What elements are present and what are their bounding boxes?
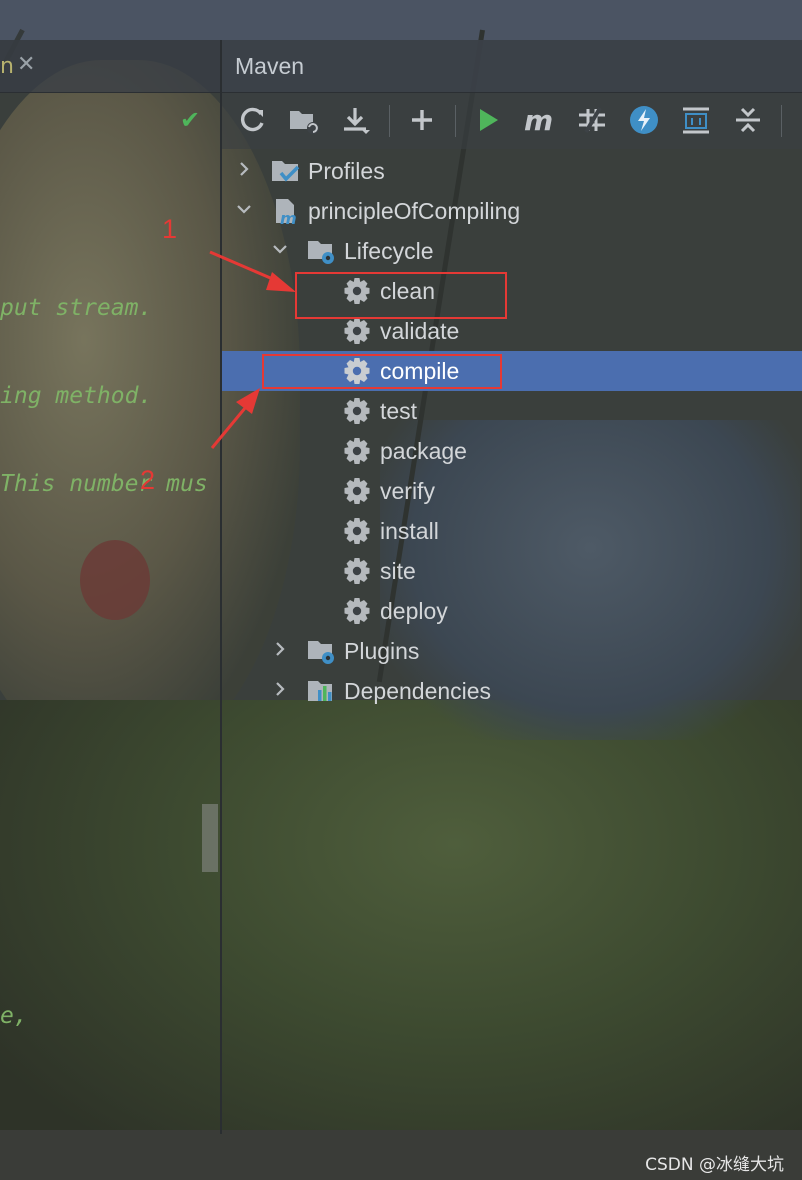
gear-icon [344,598,370,624]
highlight-box-clean [295,272,507,319]
tree-item-label: Lifecycle [344,238,434,264]
goal-verify[interactable]: verify [222,471,802,511]
dependencies-folder-icon [308,681,332,701]
goal-label: deploy [380,598,448,624]
tree-item-profiles[interactable]: Profiles [222,151,802,191]
tree-item-label: Profiles [308,158,385,184]
gear-icon [344,518,370,544]
gear-icon [344,398,370,424]
lifecycle-folder-icon [308,241,334,264]
check-icon: ✔ [180,106,201,134]
execute-goal-icon[interactable]: m [521,101,559,139]
chevron-right-icon[interactable] [270,639,290,659]
annotation-number-2: 2 [140,465,156,495]
close-icon[interactable]: ✕ [17,52,35,77]
maven-toolbar: m [222,93,802,149]
editor-area: n ✕ ✔ put stream. ing method. This numbe… [0,40,221,1134]
goal-test[interactable]: test [222,391,802,431]
annotation-number-1: 1 [162,214,178,244]
code-line: put stream. [0,295,153,321]
code-line: ing method. [0,383,153,409]
highlight-box-compile [262,354,502,389]
generate-sources-icon[interactable] [285,101,323,139]
tree-item-lifecycle[interactable]: Lifecycle [222,231,802,271]
profiles-icon [272,161,300,182]
skip-tests-icon[interactable] [625,101,663,139]
goal-label: install [380,518,439,544]
tree-item-dependencies[interactable]: Dependencies [222,671,802,711]
tree-item-label: principleOfCompiling [308,198,521,224]
editor-tab[interactable]: n ✕ [0,40,221,93]
maven-title: Maven [235,53,305,79]
chevron-down-icon[interactable] [234,199,254,219]
toggle-offline-icon[interactable] [573,101,611,139]
editor-tab-label: n [0,54,14,79]
goal-package[interactable]: package [222,431,802,471]
watermark: CSDN @冰缝大坑 [645,1155,784,1175]
goal-label: verify [380,478,435,504]
goal-label: validate [380,318,460,344]
tree-item-project[interactable]: m principleOfCompiling [222,191,802,231]
download-icon[interactable] [337,101,375,139]
collapse-all-icon[interactable] [729,101,767,139]
code-line: This number mus [0,471,208,497]
reload-icon[interactable] [233,101,271,139]
code-line: e, [0,1003,28,1029]
chevron-down-icon[interactable] [270,239,290,259]
run-icon[interactable] [469,101,507,139]
plugins-folder-icon [308,641,334,664]
chevron-right-icon[interactable] [270,679,290,699]
maven-panel: Maven m Profiles m principleOfCompiling … [222,40,802,1134]
goal-label: site [380,558,416,584]
show-dependencies-icon[interactable] [677,101,715,139]
goal-label: package [380,438,467,464]
chevron-right-icon[interactable] [234,159,254,179]
goal-deploy[interactable]: deploy [222,591,802,631]
maven-header: Maven [222,40,802,93]
goal-install[interactable]: install [222,511,802,551]
goal-label: test [380,398,418,424]
add-icon[interactable] [403,101,441,139]
gear-icon [344,558,370,584]
svg-text:m: m [280,209,297,225]
tree-item-label: Plugins [344,638,420,664]
goal-site[interactable]: site [222,551,802,591]
maven-module-icon: m [276,199,297,225]
editor-scrollbar[interactable] [202,804,218,872]
tree-item-label: Dependencies [344,678,492,704]
gear-icon [344,438,370,464]
gear-icon [344,478,370,504]
svg-text:m: m [524,105,553,135]
tree-item-plugins[interactable]: Plugins [222,631,802,671]
gear-icon [344,318,370,344]
